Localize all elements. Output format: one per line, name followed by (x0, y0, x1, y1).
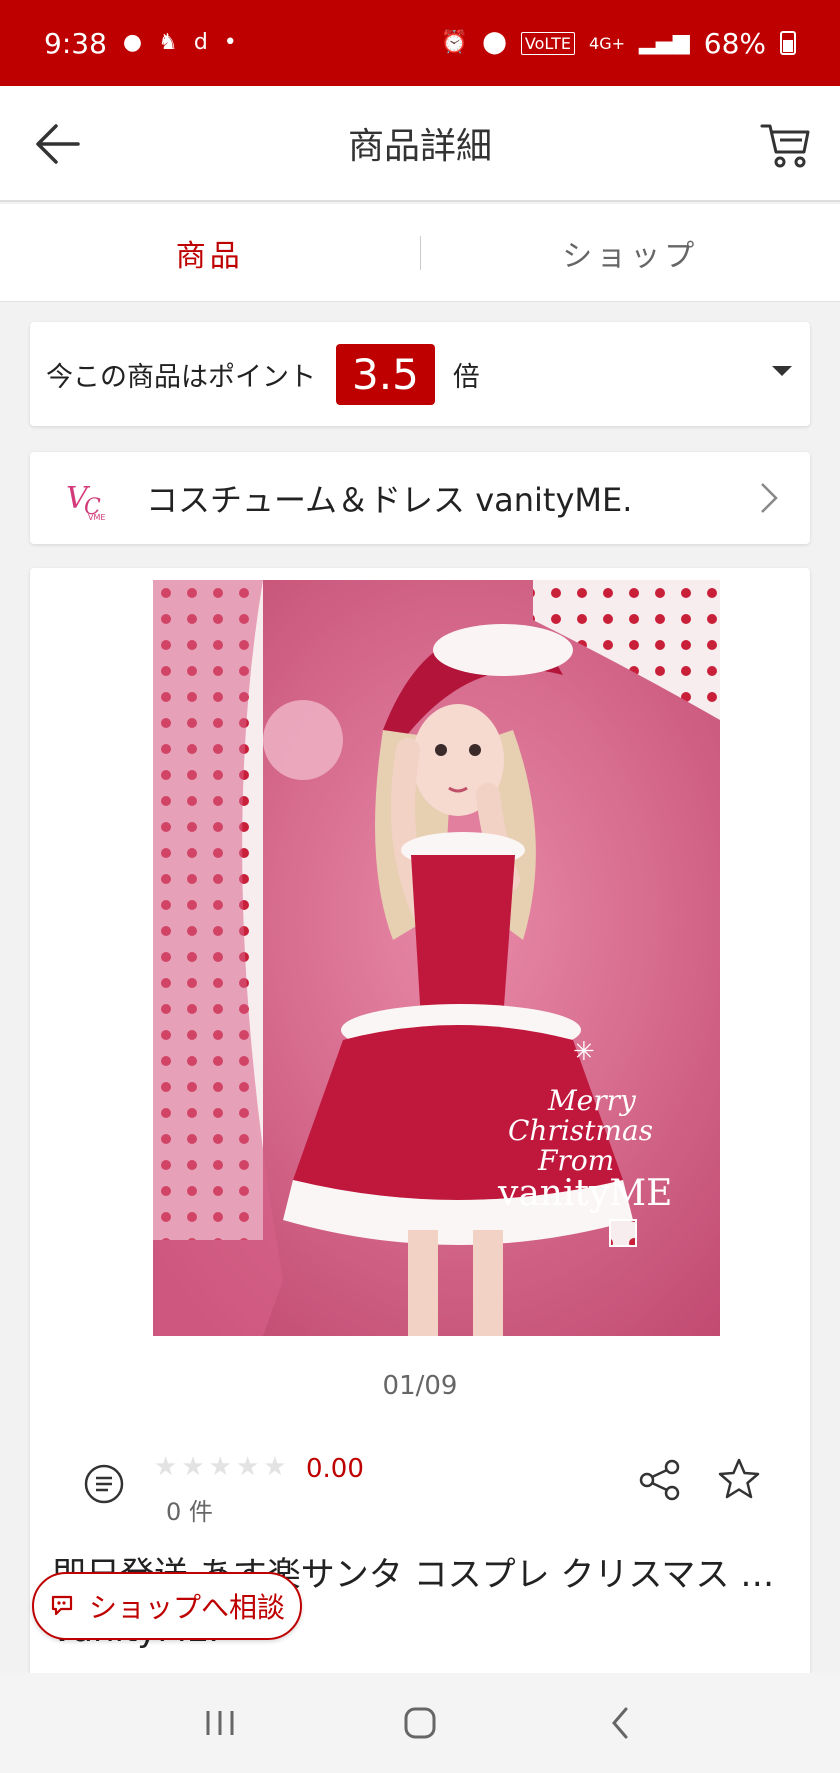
consult-shop-button[interactable]: ショップへ相談 (32, 1572, 302, 1640)
notification-icon: ♞ (158, 30, 178, 55)
points-label: 今この商品はポイント (46, 361, 316, 393)
chat-bubble-icon (51, 1595, 73, 1616)
star-empty-icon: ★ (208, 1452, 232, 1482)
points-selector[interactable]: 今この商品はポイント 3.5 倍 (30, 322, 810, 426)
svg-text:Merry: Merry (547, 1084, 637, 1117)
svg-text:✳: ✳ (573, 1037, 595, 1067)
star-outline-icon[interactable] (716, 1456, 762, 1502)
share-icon[interactable] (638, 1458, 682, 1502)
battery-icon (780, 31, 796, 55)
notification-icon: ● (122, 30, 143, 55)
chevron-right-icon (761, 483, 778, 513)
app-header: 商品詳細 (0, 86, 840, 202)
svg-text:VME: VME (88, 513, 105, 522)
battery-percent: 68% (703, 26, 766, 60)
image-counter: 01/09 (382, 1371, 458, 1401)
status-bar: 9:38 ● ♞ d • ⏰ ⬤ VoLTE 4G+ ▂▄▆ 68% (0, 0, 840, 86)
volte-icon: VoLTE (520, 31, 576, 55)
home-icon (404, 1707, 436, 1739)
recent-apps-button[interactable] (190, 1693, 250, 1753)
system-nav-bar (0, 1673, 840, 1773)
star-empty-icon: ★ (181, 1452, 205, 1482)
recent-apps-icon (206, 1711, 234, 1735)
chat-list-icon[interactable] (82, 1462, 126, 1506)
shop-name: コスチューム＆ドレス vanityME. (146, 481, 633, 519)
svg-text:vanityME: vanityME (497, 1173, 672, 1214)
tab-product[interactable]: 商品 (0, 231, 420, 275)
shop-link[interactable]: V C VME コスチューム＆ドレス vanityME. (30, 452, 810, 544)
signal-icon: ▂▄▆ (639, 30, 690, 55)
tab-bar: 商品 ショップ (0, 204, 840, 302)
dropdown-caret-icon (772, 366, 792, 376)
back-icon (612, 1707, 628, 1739)
tab-shop[interactable]: ショップ (421, 231, 840, 275)
rating-stars: ★ ★ ★ ★ ★ (154, 1452, 287, 1482)
location-icon: ⬤ (482, 30, 507, 55)
star-empty-icon: ★ (154, 1452, 178, 1482)
page-title: 商品詳細 (347, 126, 492, 167)
network-icon: 4G+ (589, 33, 625, 53)
product-card: ✳ Merry Christmas From vanityME 01/09 ★ … (30, 568, 810, 1688)
notification-icon: d (193, 30, 208, 55)
points-multiplier-badge: 3.5 (336, 343, 435, 405)
product-photo[interactable]: ✳ Merry Christmas From vanityME (153, 580, 720, 1336)
star-empty-icon: ★ (263, 1452, 287, 1482)
rating-value: 0.00 (306, 1454, 364, 1484)
points-suffix: 倍 (452, 361, 480, 393)
review-count[interactable]: 0 件 (166, 1492, 213, 1527)
product-actions: ★ ★ ★ ★ ★ 0.00 0 件 (30, 1448, 810, 1528)
status-time: 9:38 (44, 26, 107, 60)
alarm-icon: ⏰ (440, 30, 469, 55)
more-notifications-icon: • (223, 30, 237, 55)
home-button[interactable] (390, 1693, 450, 1753)
back-arrow-icon[interactable] (30, 116, 86, 172)
shop-logo: V C VME (62, 470, 118, 526)
star-empty-icon: ★ (235, 1452, 260, 1482)
system-back-button[interactable] (590, 1693, 650, 1753)
consult-label: ショップへ相談 (88, 1591, 285, 1624)
svg-text:Christmas: Christmas (508, 1114, 653, 1147)
cart-icon[interactable] (758, 116, 814, 172)
